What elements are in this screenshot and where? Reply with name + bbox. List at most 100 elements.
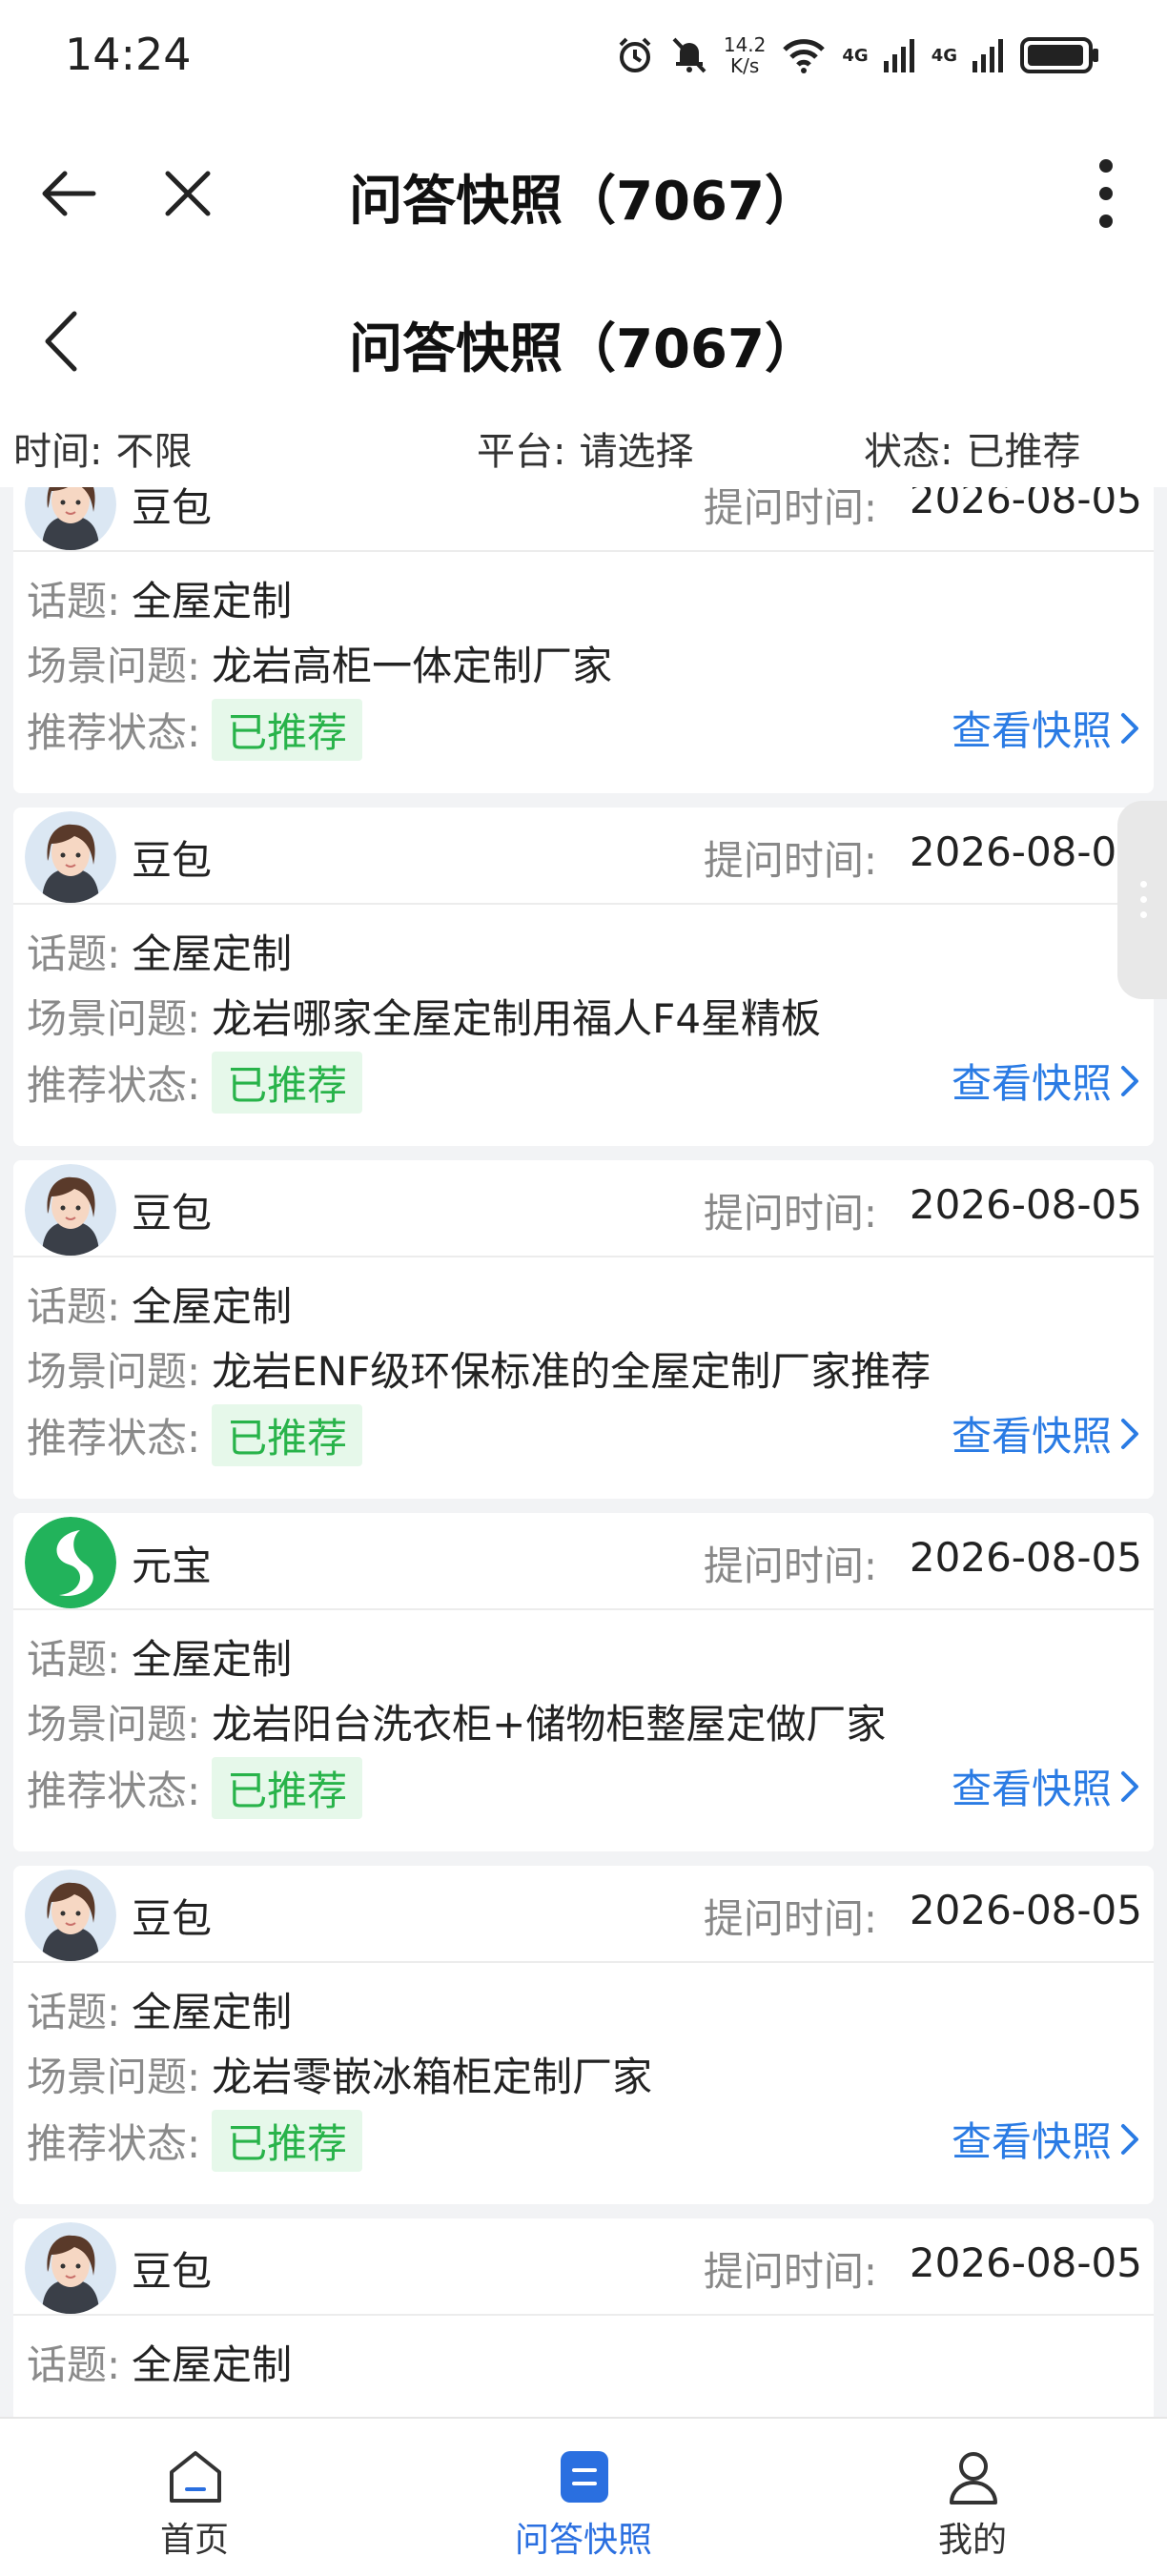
scene-row: 场景问题: 龙岩ENF级环保标准的全屋定制厂家推荐 (27, 1339, 931, 1398)
mute-icon (672, 37, 706, 73)
net-type-2: 4G (931, 45, 957, 66)
topic-value: 全屋定制 (132, 2341, 293, 2388)
platform-name: 豆包 (132, 837, 213, 884)
platform-name: 元宝 (132, 1543, 213, 1589)
more-options-icon[interactable] (1087, 156, 1125, 231)
snapshot-card: 豆包 提问时间: 2026-08-05 话题: 全屋定制 场景问题: 龙岩哪家全屋定… (13, 808, 1154, 1146)
snapshot-card: 元宝 提问时间: 2026-08-05 话题: 全屋定制 场景问题: 龙岩阳台洗衣柜… (13, 1513, 1154, 1851)
topic-value: 全屋定制 (132, 578, 293, 624)
topic-label: 话题: (27, 1283, 121, 1330)
status-bar: 14:24 14.2 K/s 4G 4G (0, 0, 1167, 114)
filter-time[interactable]: 时间: 不限 (13, 420, 192, 476)
card-header: 元宝 提问时间: 2026-08-05 (13, 1513, 1154, 1610)
topic-row: 话题: 全屋定制 (27, 569, 292, 627)
status-badge: 已推荐 (212, 1052, 363, 1114)
doubao-avatar (25, 1164, 116, 1256)
net-type-1: 4G (842, 45, 869, 66)
status-label: 推荐状态: (27, 709, 201, 756)
scene-row: 场景问题: 龙岩哪家全屋定制用福人F4星精板 (27, 987, 821, 1045)
topic-row: 话题: 全屋定制 (27, 922, 292, 980)
topic-label: 话题: (27, 930, 121, 977)
view-snapshot-link[interactable]: 查看快照 (952, 1052, 1140, 1110)
status-row: 推荐状态: 已推荐 (27, 1757, 363, 1819)
platform-name: 豆包 (132, 2248, 213, 2295)
filter-bar: 时间: 不限 平台: 请选择 状态: 已推荐 (0, 405, 1167, 487)
scene-label: 场景问题: (27, 995, 201, 1042)
ask-time-label: 提问时间: (703, 2248, 877, 2295)
scene-label: 场景问题: (27, 2054, 201, 2100)
scene-value: 龙岩高柜一体定制厂家 (212, 643, 613, 689)
chevron-right-icon (1121, 1418, 1138, 1449)
floating-side-handle[interactable] (1117, 801, 1167, 999)
status-label: 推荐状态: (27, 2120, 201, 2167)
status-icons: 14.2 K/s 4G 4G (615, 29, 1100, 82)
ask-time-label: 提问时间: (703, 1543, 877, 1589)
chevron-right-icon (1121, 1770, 1138, 1802)
topic-row: 话题: 全屋定制 (27, 1980, 292, 2038)
snapshot-card: 豆包 提问时间: 2026-08-05 话题: 全屋定制 场景问题: 龙岩高柜一体定… (13, 487, 1154, 793)
card-header: 豆包 提问时间: 2026-08-05 (13, 2218, 1154, 2316)
doubao-avatar (25, 487, 116, 550)
tab-mine[interactable]: 我的 (877, 2419, 1068, 2576)
home-icon (170, 2451, 221, 2503)
tab-home[interactable]: 首页 (99, 2419, 290, 2576)
scene-value: 龙岩零嵌冰箱柜定制厂家 (212, 2054, 653, 2100)
topic-value: 全屋定制 (132, 1989, 293, 2035)
topic-label: 话题: (27, 1636, 121, 1683)
snapshot-icon (561, 2451, 608, 2503)
platform-name: 豆包 (132, 487, 213, 531)
signal-icon (972, 39, 1003, 72)
chevron-right-icon (1121, 2123, 1138, 2155)
ask-time-value: 2026-08-05 (909, 1534, 1142, 1581)
scene-row: 场景问题: 龙岩阳台洗衣柜+储物柜整屋定做厂家 (27, 1692, 886, 1750)
status-badge: 已推荐 (212, 1757, 363, 1819)
ask-time-value: 2026-08-05 (909, 2239, 1142, 2286)
snapshot-list[interactable]: 豆包 提问时间: 2026-08-05 话题: 全屋定制 场景问题: 龙岩高柜一体定… (0, 487, 1167, 2417)
platform-name: 豆包 (132, 1895, 213, 1942)
doubao-avatar (25, 811, 116, 903)
scene-row: 场景问题: 龙岩零嵌冰箱柜定制厂家 (27, 2045, 652, 2103)
view-snapshot-link[interactable]: 查看快照 (952, 699, 1140, 757)
status-row: 推荐状态: 已推荐 (27, 2110, 363, 2172)
topic-row: 话题: 全屋定制 (27, 1275, 292, 1333)
status-badge: 已推荐 (212, 2110, 363, 2172)
ask-time-label: 提问时间: (703, 837, 877, 884)
card-header: 豆包 提问时间: 2026-08-05 (13, 487, 1154, 552)
filter-platform[interactable]: 平台: 请选择 (477, 420, 693, 476)
tab-snapshot[interactable]: 问答快照 (488, 2419, 679, 2576)
sub-title: 问答快照（7067） (349, 318, 818, 380)
filter-status[interactable]: 状态: 已推荐 (864, 420, 1080, 476)
clock: 14:24 (65, 29, 192, 80)
view-snapshot-link[interactable]: 查看快照 (952, 1404, 1140, 1462)
view-snapshot-link[interactable]: 查看快照 (952, 1757, 1140, 1815)
view-snapshot-label: 查看快照 (951, 2118, 1112, 2165)
snapshot-card: 豆包 提问时间: 2026-08-05 话题: 全屋定制 场景问题: 龙岩零嵌冰箱柜… (13, 1866, 1154, 2204)
scene-value: 龙岩ENF级环保标准的全屋定制厂家推荐 (212, 1348, 932, 1395)
view-snapshot-label: 查看快照 (951, 707, 1112, 754)
net-speed: 14.2 K/s (723, 33, 767, 77)
bottom-nav: 首页 问答快照 我的 (0, 2417, 1167, 2576)
topic-row: 话题: 全屋定制 (27, 2333, 292, 2391)
scene-label: 场景问题: (27, 643, 201, 689)
view-snapshot-label: 查看快照 (951, 1413, 1112, 1460)
user-icon (950, 2452, 997, 2504)
sub-header: 问答快照（7067） (0, 272, 1167, 405)
alarm-icon (619, 37, 651, 72)
status-row: 推荐状态: 已推荐 (27, 1404, 363, 1466)
view-snapshot-link[interactable]: 查看快照 (952, 2110, 1140, 2168)
card-header: 豆包 提问时间: 2026-08-05 (13, 808, 1154, 905)
status-row: 推荐状态: 已推荐 (27, 1052, 363, 1114)
status-badge: 已推荐 (212, 699, 363, 761)
ask-time-label: 提问时间: (703, 1895, 877, 1942)
ask-time-label: 提问时间: (703, 1190, 877, 1237)
page-title: 问答快照（7067） (349, 171, 818, 233)
ask-time-value: 2026-08-05 (909, 1887, 1142, 1933)
topic-label: 话题: (27, 1989, 121, 2035)
ask-time-value: 2026-08-05 (909, 1181, 1142, 1228)
scene-label: 场景问题: (27, 1348, 201, 1395)
status-row: 推荐状态: 已推荐 (27, 699, 363, 761)
yuanbao-logo (25, 1517, 116, 1608)
status-badge: 已推荐 (212, 1404, 363, 1466)
doubao-avatar (25, 2222, 116, 2314)
wifi-icon (783, 39, 826, 73)
